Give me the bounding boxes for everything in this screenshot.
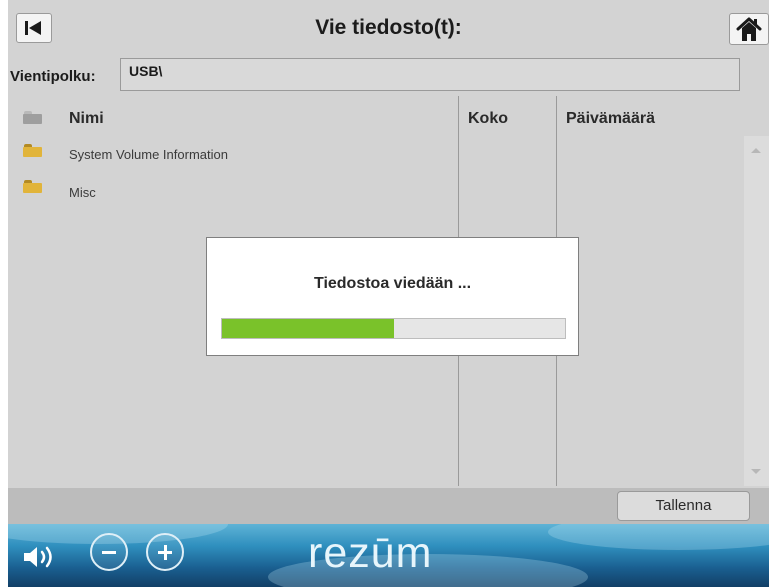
app-window: Vie tiedosto(t): Vientipolku: USB\ Nimi … (8, 0, 769, 587)
progress-bar (221, 318, 566, 339)
volume-down-button[interactable] (90, 533, 128, 571)
folder-header-icon (23, 111, 42, 124)
water-ripple (548, 524, 769, 550)
speaker-icon[interactable] (22, 545, 62, 569)
column-header-date[interactable]: Päivämäärä (566, 110, 655, 128)
folder-icon (23, 144, 42, 157)
action-bar: Tallenna (8, 488, 769, 524)
home-icon (736, 17, 762, 41)
brand-logo: rezūm (308, 529, 433, 577)
export-path-label: Vientipolku: (10, 68, 96, 85)
dialog-message: Tiedostoa viedään ... (313, 275, 472, 292)
vertical-scrollbar[interactable] (744, 136, 769, 486)
page-title: Vie tiedosto(t): (315, 16, 462, 39)
export-progress-dialog: Tiedostoa viedään ... (206, 237, 579, 356)
file-name: Misc (69, 185, 96, 200)
home-button[interactable] (729, 13, 769, 45)
export-path-row: Vientipolku: USB\ (8, 56, 769, 96)
progress-bar-fill (222, 319, 394, 338)
device-footer: rezūm (8, 524, 769, 587)
scroll-down-icon[interactable] (751, 469, 761, 474)
scroll-up-icon[interactable] (751, 148, 761, 153)
title-bar: Vie tiedosto(t): (8, 0, 769, 56)
save-button[interactable]: Tallenna (617, 491, 750, 521)
volume-up-button[interactable] (146, 533, 184, 571)
file-name: System Volume Information (69, 147, 228, 162)
column-header-size[interactable]: Koko (468, 110, 508, 128)
folder-icon (23, 180, 42, 193)
export-path-field[interactable]: USB\ (120, 58, 740, 91)
column-header-name[interactable]: Nimi (69, 110, 104, 128)
